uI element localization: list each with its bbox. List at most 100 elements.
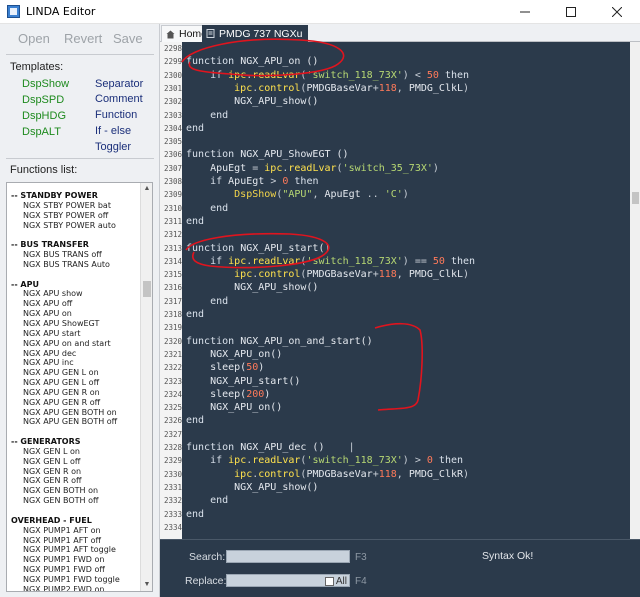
- template-dspshow[interactable]: DspShow: [22, 78, 69, 90]
- template-if-else[interactable]: If - else: [95, 125, 131, 137]
- code-line[interactable]: 2323 NGX_APU_start(): [160, 375, 630, 388]
- minimize-icon[interactable]: [502, 0, 548, 24]
- function-list-item[interactable]: NGX APU on: [11, 309, 139, 319]
- functions-list-scrollbar[interactable]: ▲ ▼: [140, 183, 152, 591]
- function-list-item[interactable]: NGX STBY POWER auto: [11, 221, 139, 231]
- function-list-item[interactable]: NGX BUS TRANS off: [11, 250, 139, 260]
- scrollbar-thumb[interactable]: [632, 192, 639, 204]
- function-list-item[interactable]: NGX GEN R off: [11, 476, 139, 486]
- code-line[interactable]: 2329 if ipc.readLvar('switch_118_73X') >…: [160, 454, 630, 467]
- code-line[interactable]: 2324 sleep(200): [160, 388, 630, 401]
- function-list-item[interactable]: NGX PUMP1 AFT off: [11, 536, 139, 546]
- code-line[interactable]: 2303 end: [160, 109, 630, 122]
- code-token: ): [463, 468, 470, 480]
- code-line[interactable]: 2330 ipc.control(PMDGBaseVar+118, PMDG_C…: [160, 468, 630, 481]
- code-line[interactable]: 2311 end: [160, 215, 630, 228]
- code-line[interactable]: 2334: [160, 521, 630, 534]
- code-line[interactable]: 2331 NGX_APU_show(): [160, 481, 630, 494]
- function-list-item[interactable]: NGX APU start: [11, 329, 139, 339]
- function-list-item[interactable]: NGX APU GEN BOTH off: [11, 417, 139, 427]
- replace-input[interactable]: All: [226, 574, 350, 587]
- code-line[interactable]: 2302 NGX_APU_show(): [160, 95, 630, 108]
- code-line[interactable]: 2304 end: [160, 122, 630, 135]
- code-line[interactable]: 2309 DspShow("APU", ApuEgt .. 'C'): [160, 188, 630, 201]
- code-line[interactable]: 2308 if ApuEgt > 0 then: [160, 175, 630, 188]
- code-line[interactable]: 2313 function NGX_APU_start(): [160, 242, 630, 255]
- function-list-item[interactable]: NGX APU GEN BOTH on: [11, 408, 139, 418]
- code-line[interactable]: 2316 NGX_APU_show(): [160, 281, 630, 294]
- code-line[interactable]: 2320 function NGX_APU_on_and_start(): [160, 335, 630, 348]
- function-list-item[interactable]: NGX STBY POWER off: [11, 211, 139, 221]
- code-line[interactable]: 2314 if ipc.readLvar('switch_118_73X') =…: [160, 255, 630, 268]
- code-line[interactable]: 2301 ipc.control(PMDGBaseVar+118, PMDG_C…: [160, 82, 630, 95]
- code-line[interactable]: 2298: [160, 42, 630, 55]
- code-line[interactable]: 2333 end: [160, 508, 630, 521]
- template-dspspd[interactable]: DspSPD: [22, 94, 64, 106]
- function-list-item[interactable]: NGX GEN L on: [11, 447, 139, 457]
- function-list-item[interactable]: NGX PUMP1 FWD on: [11, 555, 139, 565]
- code-line[interactable]: 2318 end: [160, 308, 630, 321]
- function-list-item[interactable]: NGX APU on and start: [11, 339, 139, 349]
- search-input[interactable]: [226, 550, 350, 563]
- code-line[interactable]: 2300 if ipc.readLvar('switch_118_73X') <…: [160, 69, 630, 82]
- code-line[interactable]: 2322 sleep(50): [160, 361, 630, 374]
- scroll-down-icon[interactable]: ▼: [141, 579, 152, 591]
- function-list-item[interactable]: NGX GEN R on: [11, 467, 139, 477]
- code-line[interactable]: 2305: [160, 135, 630, 148]
- function-list-item[interactable]: NGX APU GEN R on: [11, 388, 139, 398]
- template-comment[interactable]: Comment: [95, 93, 143, 105]
- template-dspalt[interactable]: DspALT: [22, 126, 61, 138]
- code-line[interactable]: 2312: [160, 228, 630, 241]
- maximize-icon[interactable]: [548, 0, 594, 24]
- code-line[interactable]: 2310 end: [160, 202, 630, 215]
- close-icon[interactable]: [594, 0, 640, 24]
- function-list-item[interactable]: NGX APU off: [11, 299, 139, 309]
- editor-scrollbar[interactable]: [630, 42, 640, 557]
- template-dsphdg[interactable]: DspHDG: [22, 110, 66, 122]
- open-button[interactable]: Open: [18, 31, 50, 46]
- template-separator[interactable]: Separator: [95, 78, 143, 90]
- save-button[interactable]: Save: [113, 31, 143, 46]
- code-line[interactable]: 2332 end: [160, 494, 630, 507]
- template-function[interactable]: Function: [95, 109, 137, 121]
- function-list-item[interactable]: NGX APU GEN R off: [11, 398, 139, 408]
- function-list-item[interactable]: NGX PUMP2 FWD on: [11, 585, 139, 591]
- code-line[interactable]: 2326 end: [160, 414, 630, 427]
- code-line[interactable]: 2317 end: [160, 295, 630, 308]
- function-list-item[interactable]: NGX PUMP1 FWD off: [11, 565, 139, 575]
- code-text: NGX_APU_show(): [186, 481, 318, 494]
- replace-all-checkbox[interactable]: [324, 577, 334, 586]
- function-list-item[interactable]: NGX APU inc: [11, 358, 139, 368]
- revert-button[interactable]: Revert: [64, 31, 102, 46]
- function-list-item[interactable]: NGX GEN BOTH off: [11, 496, 139, 506]
- function-list-item[interactable]: NGX PUMP1 AFT toggle: [11, 545, 139, 555]
- function-list-item[interactable]: NGX BUS TRANS Auto: [11, 260, 139, 270]
- function-list-item[interactable]: NGX GEN L off: [11, 457, 139, 467]
- code-line[interactable]: 2328 function NGX_APU_dec () |: [160, 441, 630, 454]
- code-line[interactable]: 2327: [160, 428, 630, 441]
- code-line[interactable]: 2307 ApuEgt = ipc.readLvar('switch_35_73…: [160, 162, 630, 175]
- template-toggler[interactable]: Toggler: [95, 141, 131, 153]
- function-list-item[interactable]: NGX APU show: [11, 289, 139, 299]
- code-editor[interactable]: 2298 2299 function NGX_APU_on () 2300 if ip…: [160, 42, 630, 557]
- scroll-up-icon[interactable]: ▲: [141, 183, 152, 195]
- tab-pmdg-737-ngxu[interactable]: PMDG 737 NGXu: [202, 25, 309, 42]
- function-list-item[interactable]: NGX APU GEN L on: [11, 368, 139, 378]
- function-list-item[interactable]: NGX PUMP1 AFT on: [11, 526, 139, 536]
- code-line[interactable]: 2315 ipc.control(PMDGBaseVar+118, PMDG_C…: [160, 268, 630, 281]
- function-list-item[interactable]: NGX APU GEN L off: [11, 378, 139, 388]
- function-list-item[interactable]: NGX APU dec: [11, 349, 139, 359]
- function-list-item[interactable]: NGX APU ShowEGT: [11, 319, 139, 329]
- functions-list[interactable]: -- STANDBY POWER NGX STBY POWER bat NGX ST…: [6, 182, 153, 592]
- replace-all-toggle[interactable]: All: [324, 576, 347, 587]
- code-line[interactable]: 2306 function NGX_APU_ShowEGT (): [160, 148, 630, 161]
- code-line[interactable]: 2325 NGX_APU_on(): [160, 401, 630, 414]
- function-list-item[interactable]: NGX GEN BOTH on: [11, 486, 139, 496]
- code-line[interactable]: 2319: [160, 321, 630, 334]
- line-number: 2322: [163, 363, 182, 373]
- code-line[interactable]: 2321 NGX_APU_on(): [160, 348, 630, 361]
- scrollbar-thumb[interactable]: [143, 281, 151, 297]
- function-list-item[interactable]: NGX PUMP1 FWD toggle: [11, 575, 139, 585]
- function-list-item[interactable]: NGX STBY POWER bat: [11, 201, 139, 211]
- code-line[interactable]: 2299 function NGX_APU_on (): [160, 55, 630, 68]
